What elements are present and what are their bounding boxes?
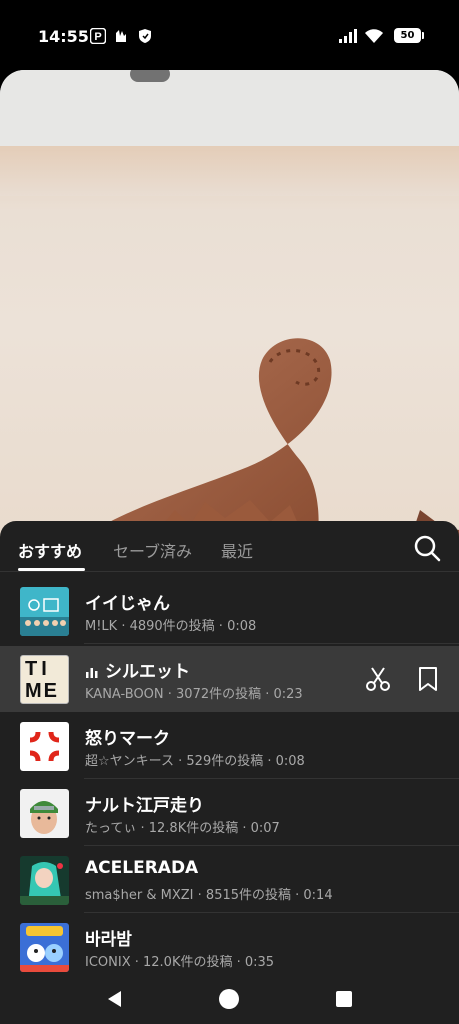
- video-preview[interactable]: [0, 70, 459, 540]
- battery-icon: 50: [394, 28, 424, 43]
- track-title: イイじゃん: [85, 594, 170, 614]
- track-meta: 超☆ヤンキース · 529件の投稿 · 0:08: [85, 754, 305, 769]
- track-meta: KANA-BOON · 3072件の投稿 · 0:23: [85, 687, 303, 702]
- scissors-icon[interactable]: [364, 665, 392, 693]
- track-thumbnail: [20, 722, 69, 771]
- track-thumbnail: [20, 789, 69, 838]
- hands-icon: [114, 27, 128, 45]
- thumbnail-lettering-top: TI: [25, 658, 51, 680]
- search-icon[interactable]: [413, 534, 441, 562]
- recents-icon[interactable]: [333, 988, 355, 1010]
- track-meta: ICONIX · 12.0K件の投稿 · 0:35: [85, 955, 275, 970]
- tab-recommended[interactable]: おすすめ: [18, 538, 82, 562]
- now-playing-icon: [86, 668, 98, 678]
- track-title-text: シルエット: [105, 662, 190, 682]
- track-row[interactable]: 怒りマーク 超☆ヤンキース · 529件の投稿 · 0:08: [0, 713, 459, 779]
- svg-text:P: P: [94, 31, 101, 43]
- system-nav-bar: [0, 978, 459, 1024]
- track-row[interactable]: ナルト江戸走り たってぃ · 12.8K件の投稿 · 0:07: [0, 780, 459, 846]
- tab-saved[interactable]: セーブ済み: [113, 538, 192, 562]
- track-row[interactable]: イイじゃん M!LK · 4890件の投稿 · 0:08: [0, 578, 459, 644]
- wifi-icon: [364, 27, 384, 45]
- preview-creature-illustration: [80, 338, 459, 540]
- track-meta: sma$her & MXZI · 8515件の投稿 · 0:14: [85, 888, 333, 903]
- anger-mark-icon: [29, 731, 60, 762]
- track-thumbnail: [20, 587, 69, 636]
- tab-bar: おすすめ セーブ済み 最近: [0, 521, 459, 572]
- row-divider: [84, 778, 459, 779]
- track-row-selected[interactable]: TI ME シルエット KANA-BOON · 3072件の投稿 · 0:23: [0, 646, 459, 712]
- shield-icon: [138, 27, 152, 45]
- home-icon[interactable]: [218, 988, 240, 1010]
- thumbnail-lettering-bottom: ME: [25, 680, 59, 702]
- track-meta: たってぃ · 12.8K件の投稿 · 0:07: [85, 821, 280, 836]
- sound-picker-sheet: おすすめ セーブ済み 最近 イイじゃん M!LK · 4890件の投稿 · 0:…: [0, 521, 459, 1024]
- track-thumbnail: [20, 856, 69, 905]
- p-app-icon: P: [90, 27, 106, 45]
- track-title: ナルト江戸走り: [85, 796, 204, 816]
- bookmark-icon[interactable]: [414, 665, 442, 693]
- track-row[interactable]: ACELERADA sma$her & MXZI · 8515件の投稿 · 0:…: [0, 847, 459, 913]
- row-divider: [84, 845, 459, 846]
- track-row[interactable]: 바라밤 ICONIX · 12.0K件の投稿 · 0:35: [0, 914, 459, 980]
- back-icon[interactable]: [104, 988, 126, 1010]
- track-thumbnail: [20, 923, 69, 972]
- track-title: シルエット: [85, 657, 190, 682]
- tab-recent[interactable]: 最近: [221, 538, 253, 562]
- track-title: ACELERADA: [85, 858, 199, 878]
- track-meta: M!LK · 4890件の投稿 · 0:08: [85, 619, 257, 634]
- status-bar: 14:55 P 50: [0, 0, 459, 70]
- track-title: 바라밤: [85, 930, 132, 950]
- row-divider: [84, 912, 459, 913]
- track-thumbnail: TI ME: [20, 655, 69, 704]
- track-title: 怒りマーク: [85, 729, 170, 749]
- active-tab-indicator: [18, 568, 85, 571]
- status-time: 14:55: [38, 27, 89, 46]
- row-divider: [84, 643, 459, 644]
- signal-icon: [338, 27, 358, 45]
